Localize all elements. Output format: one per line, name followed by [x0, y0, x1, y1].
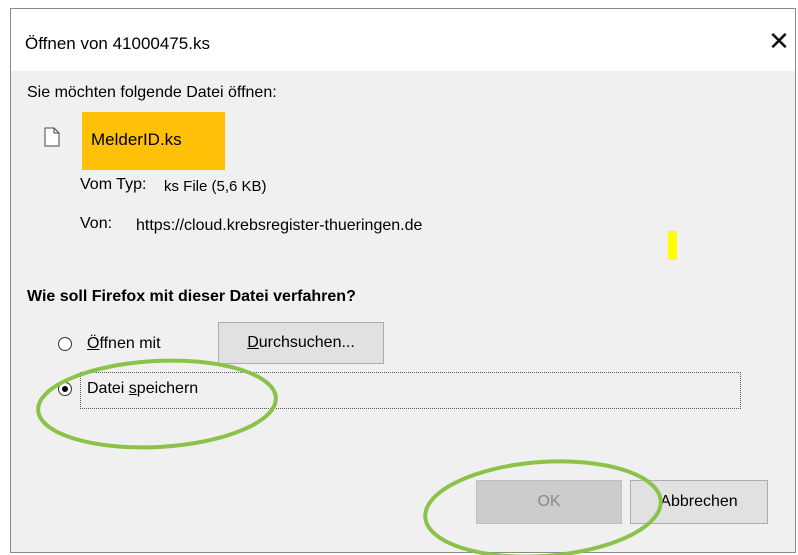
save-file-accel: s	[128, 380, 137, 397]
save-file-label[interactable]: Datei speichern	[87, 380, 198, 398]
open-with-label[interactable]: Öffnen mit	[87, 335, 161, 353]
file-type-value: ks File (5,6 KB)	[164, 178, 267, 195]
title-bar: Öffnen von 41000475.ks ✕	[11, 9, 795, 71]
close-icon[interactable]: ✕	[765, 27, 793, 55]
dialog-title: Öffnen von 41000475.ks	[25, 34, 210, 53]
file-source-url: https://cloud.krebsregister-thueringen.d…	[136, 217, 423, 234]
file-name: MelderID.ks	[91, 130, 182, 149]
browse-accel: D	[247, 334, 259, 351]
action-question: Wie soll Firefox mit dieser Datei verfah…	[27, 288, 356, 305]
yellow-marker	[668, 231, 677, 260]
open-with-accel: Ö	[87, 335, 100, 352]
browse-text: urchsuchen...	[258, 334, 355, 351]
browse-button[interactable]: Durchsuchen...	[218, 322, 384, 364]
save-file-text-rest: peichern	[136, 380, 199, 397]
file-type-label: Vom Typ:	[80, 176, 147, 193]
save-file-text-pre: Datei	[87, 380, 129, 397]
save-file-radio[interactable]	[58, 382, 72, 396]
radio-selected-dot	[62, 386, 68, 392]
open-with-text: ffnen mit	[99, 335, 161, 352]
open-prompt: Sie möchten folgende Datei öffnen:	[27, 84, 277, 101]
ok-button[interactable]: OK	[476, 480, 622, 524]
open-with-radio[interactable]	[58, 337, 72, 351]
cancel-button[interactable]: Abbrechen	[630, 480, 768, 524]
file-icon	[44, 127, 60, 147]
file-source-label: Von:	[80, 215, 113, 232]
